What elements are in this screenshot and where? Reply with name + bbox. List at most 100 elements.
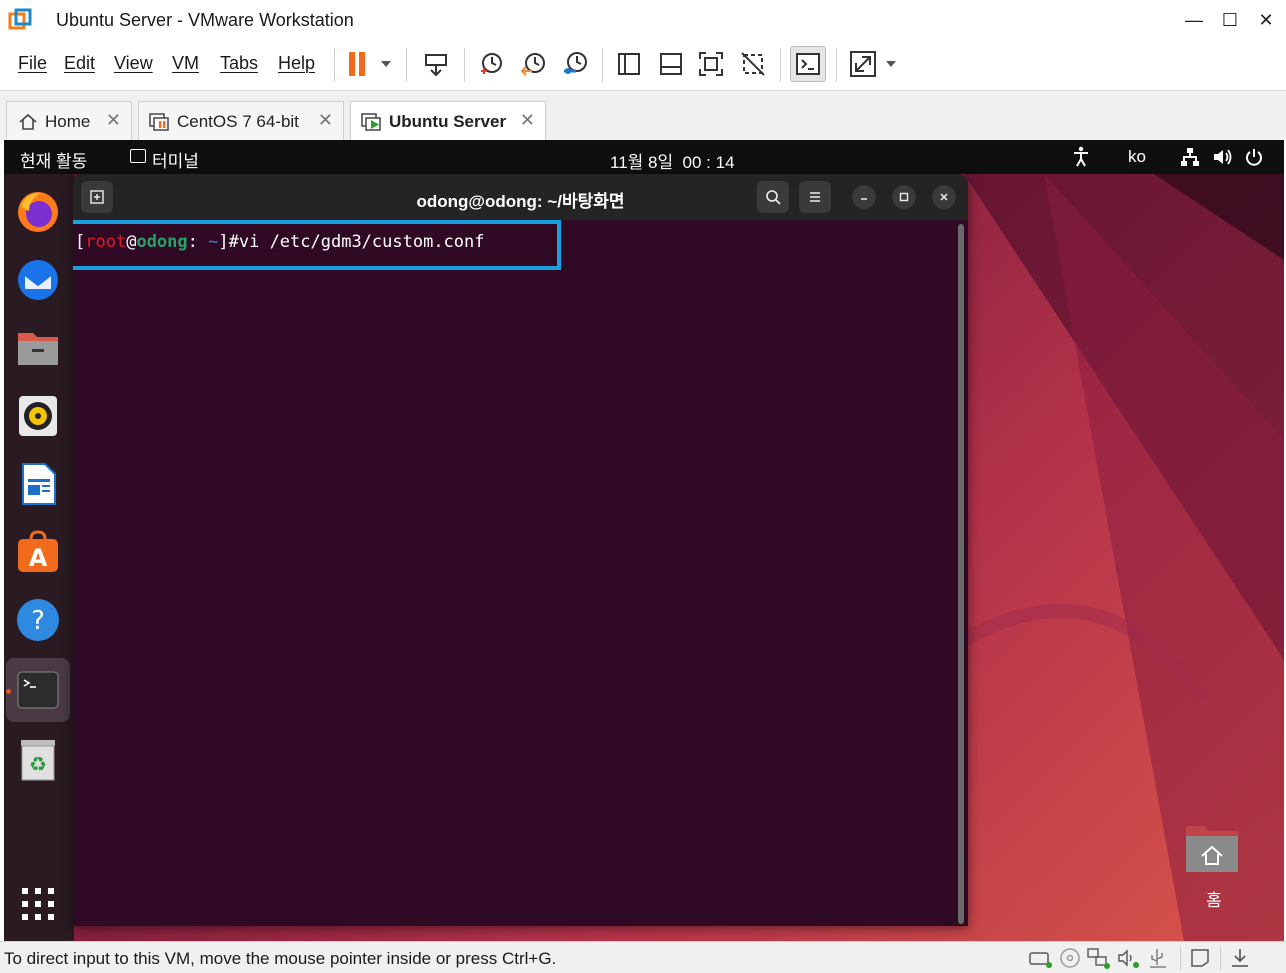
home-folder-label: 홈: [1206, 891, 1222, 910]
terminal-header-bar: odong@odong: ~/바탕화면: [73, 174, 968, 220]
trash-icon[interactable]: ♻: [14, 736, 62, 784]
usb-icon[interactable]: [1146, 946, 1170, 970]
tab-home[interactable]: Home ✕: [6, 101, 132, 141]
toolbar-separator: [464, 48, 465, 82]
tab-centos[interactable]: CentOS 7 64-bit ✕: [138, 101, 344, 141]
firefox-icon[interactable]: [14, 188, 62, 236]
prompt-user: root: [85, 232, 127, 252]
libreoffice-writer-icon[interactable]: [14, 460, 62, 508]
svg-text:♻: ♻: [29, 752, 47, 776]
search-button[interactable]: [757, 181, 789, 213]
revert-snapshot-button[interactable]: [516, 46, 550, 82]
menu-bar: File Edit View VM Tabs Help: [0, 40, 1286, 90]
home-folder-icon: [1186, 826, 1238, 872]
terminal-title: odong@odong: ~/바탕화면: [416, 192, 625, 211]
console-icon: [796, 53, 820, 75]
home-icon: [17, 111, 39, 133]
help-icon[interactable]: ?: [14, 596, 62, 644]
minimize-button[interactable]: —: [1180, 6, 1208, 34]
menu-button[interactable]: [799, 181, 831, 213]
menu-view[interactable]: View: [114, 53, 153, 74]
menu-file[interactable]: File: [18, 53, 47, 74]
prompt-path: ~: [197, 232, 219, 252]
toolbar-separator: [780, 48, 781, 82]
menu-edit[interactable]: Edit: [64, 53, 95, 74]
unity-icon: [741, 52, 765, 76]
clock[interactable]: 11월 8일 00 : 14: [610, 148, 735, 173]
vmware-logo-icon: [8, 8, 32, 32]
close-tab-icon[interactable]: ✕: [106, 110, 121, 131]
terminal-maximize-button[interactable]: [892, 185, 916, 209]
prompt-host: odong: [136, 232, 188, 252]
toolbar-separator: [602, 48, 603, 82]
status-separator: [1220, 946, 1221, 970]
snapshot-manager-icon: [564, 52, 587, 74]
command-line: [root@odong: ~]#vi /etc/gdm3/custom.conf: [75, 232, 485, 252]
show-apps-icon[interactable]: [14, 880, 62, 928]
files-icon[interactable]: [14, 324, 62, 372]
prompt-bracket-open: [: [75, 232, 86, 252]
download-icon[interactable]: [1228, 946, 1252, 970]
terminal-icon[interactable]: [14, 666, 62, 714]
activities-button[interactable]: 현재 활동: [20, 147, 87, 172]
svg-text:?: ?: [31, 606, 45, 636]
terminal-window[interactable]: odong@odong: ~/바탕화면 [root@odong: ~]#vi /…: [73, 174, 968, 926]
gnome-top-bar: 현재 활동 터미널 11월 8일 00 : 14 ko: [4, 140, 1284, 174]
message-log-icon[interactable]: [1188, 946, 1212, 970]
close-tab-icon[interactable]: ✕: [520, 110, 535, 131]
cd-dvd-icon[interactable]: [1058, 946, 1082, 970]
full-screen-button[interactable]: [694, 46, 728, 82]
network-adapter-icon[interactable]: [1086, 946, 1110, 970]
menu-vm[interactable]: VM: [172, 53, 199, 74]
status-bar: To direct input to this VM, move the mou…: [0, 941, 1286, 973]
volume-icon[interactable]: [1212, 147, 1234, 167]
terminal-close-button[interactable]: [932, 185, 956, 209]
tab-ubuntu-server[interactable]: Ubuntu Server ✕: [350, 101, 546, 141]
prompt-bracket-close: ]#: [218, 232, 239, 252]
thunderbird-icon[interactable]: [14, 256, 62, 304]
rhythmbox-icon[interactable]: [14, 392, 62, 440]
sound-card-icon[interactable]: [1116, 946, 1140, 970]
desktop-home-folder[interactable]: 홈: [1182, 820, 1246, 910]
tab-label: CentOS 7 64-bit: [177, 111, 299, 131]
maximize-button[interactable]: ☐: [1216, 6, 1244, 34]
menu-tabs[interactable]: Tabs: [220, 53, 258, 74]
toolbar-separator: [334, 48, 335, 82]
minimize-icon: [861, 198, 867, 200]
stretch-guest-button[interactable]: [846, 46, 902, 82]
show-thumbnail-bar-button[interactable]: [654, 46, 688, 82]
maximize-icon: [899, 192, 909, 202]
send-ctrl-alt-del-button[interactable]: [418, 46, 454, 82]
toolbar-separator: [836, 48, 837, 82]
svg-text:A: A: [29, 544, 48, 572]
terminal-scrollbar[interactable]: [958, 224, 964, 924]
console-view-button[interactable]: [790, 46, 826, 82]
take-snapshot-button[interactable]: [474, 46, 508, 82]
network-icon[interactable]: [1180, 147, 1200, 167]
hard-disk-icon[interactable]: [1028, 946, 1052, 970]
window-title: Ubuntu Server - VMware Workstation: [56, 10, 354, 30]
snapshot-manager-button[interactable]: [558, 46, 592, 82]
terminal-minimize-button[interactable]: [852, 185, 876, 209]
prompt-colon: :: [187, 232, 198, 252]
keyboard-send-icon: [425, 54, 447, 77]
terminal-output[interactable]: [root@odong: ~]#vi /etc/gdm3/custom.conf: [73, 220, 968, 926]
power-icon[interactable]: [1244, 147, 1264, 167]
input-method[interactable]: ko: [1128, 147, 1146, 167]
hamburger-menu-icon: [810, 192, 820, 202]
tab-label: Home: [45, 111, 91, 131]
dock: A ? ♻: [4, 174, 74, 941]
menu-help[interactable]: Help: [278, 53, 315, 74]
tab-label: Ubuntu Server: [389, 111, 507, 131]
accessibility-icon[interactable]: [1072, 146, 1090, 168]
close-tab-icon[interactable]: ✕: [318, 110, 333, 131]
vm-screen[interactable]: 현재 활동 터미널 11월 8일 00 : 14 ko A ? ♻ odong@…: [4, 140, 1284, 941]
command-text: vi /etc/gdm3/custom.conf: [238, 232, 485, 252]
unity-mode-button[interactable]: [736, 46, 770, 82]
app-menu[interactable]: 터미널: [152, 147, 199, 172]
toolbar-separator: [406, 48, 407, 82]
close-button[interactable]: ✕: [1252, 6, 1280, 34]
pause-button[interactable]: [344, 46, 396, 82]
show-library-button[interactable]: [612, 46, 646, 82]
app-center-icon[interactable]: A: [14, 528, 62, 576]
